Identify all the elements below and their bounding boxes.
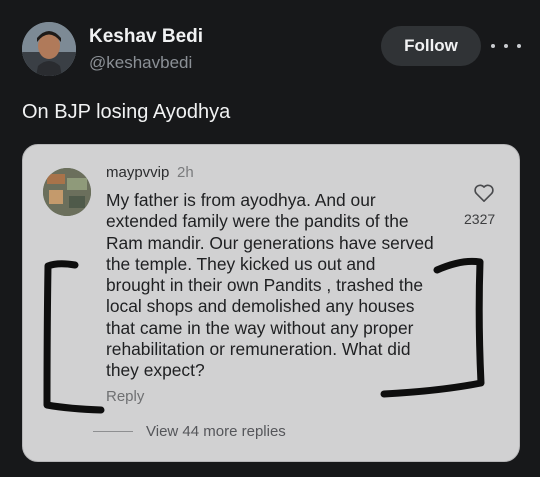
- commenter-username: maypvvip: [106, 164, 170, 181]
- comment-line: brought in their own Pandits , trashed t…: [106, 275, 424, 296]
- quoted-comment-image[interactable]: maypvvip 2h My father is from ayodhya. A…: [22, 144, 520, 462]
- author-avatar[interactable]: [22, 22, 76, 76]
- heart-icon: [474, 184, 494, 202]
- comment-line: rehabilitation or remuneration. What did: [106, 339, 411, 360]
- replies-divider: [93, 431, 133, 432]
- author-name[interactable]: Keshav Bedi: [89, 26, 203, 48]
- comment-line: My father is from ayodhya. And our: [106, 190, 376, 210]
- like-count: 2327: [464, 211, 496, 227]
- comment-line: extended family were the pandits of the: [106, 211, 409, 232]
- comment-line: Ram mandir. Our generations have served: [106, 232, 434, 253]
- comment-line: the temple. They kicked us out and: [106, 253, 376, 274]
- more-options-icon[interactable]: [491, 38, 521, 54]
- comment-text: My father is from ayodhya. And our exten…: [106, 190, 446, 382]
- author-handle[interactable]: @keshavbedi: [89, 53, 192, 73]
- commenter-avatar: [43, 168, 91, 216]
- comment-timestamp: 2h: [177, 164, 194, 181]
- comment-line: they expect?: [106, 360, 205, 381]
- view-more-replies: View 44 more replies: [146, 423, 286, 440]
- follow-button[interactable]: Follow: [381, 26, 481, 66]
- tweet-text: On BJP losing Ayodhya: [22, 101, 231, 123]
- comment-line: that came in the way without any proper: [106, 317, 414, 338]
- reply-link: Reply: [106, 388, 145, 405]
- comment-line: local shops and demolished any houses: [106, 296, 415, 317]
